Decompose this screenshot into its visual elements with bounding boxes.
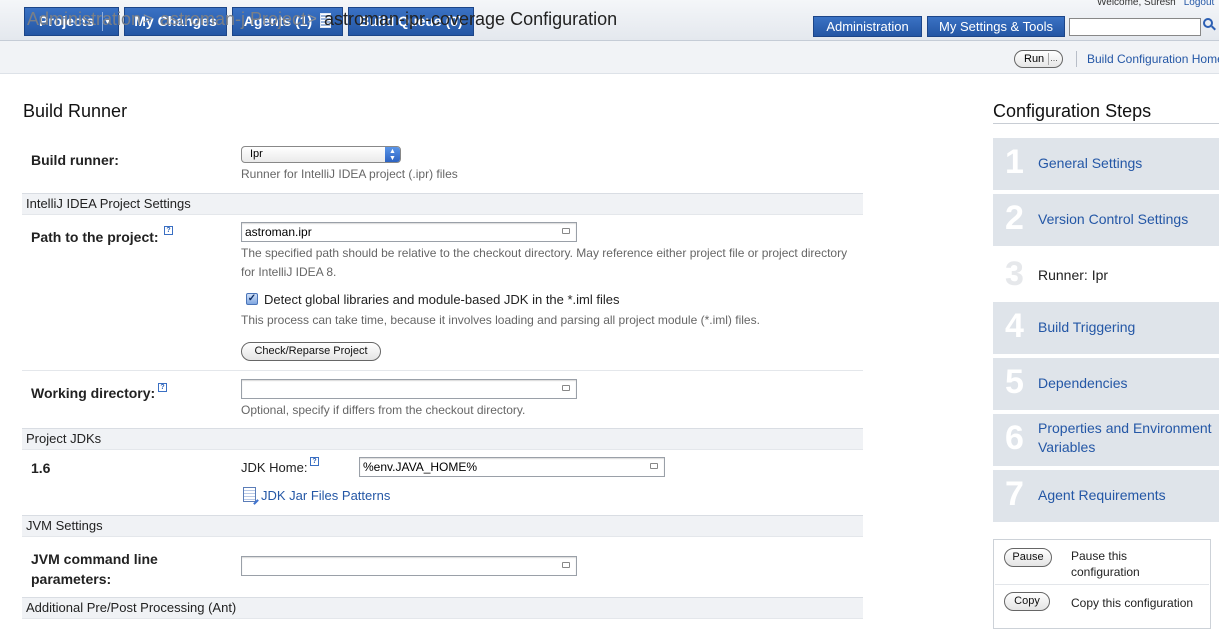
jdk-home-input[interactable]: %env.JAVA_HOME% (359, 457, 665, 477)
step-number: 5 (1005, 363, 1024, 401)
step-runner-current: 3 Runner: Ipr (993, 250, 1219, 302)
search-icon[interactable] (1203, 18, 1213, 28)
pause-description: Pause this (1071, 549, 1128, 563)
section-additional-processing: Additional Pre/Post Processing (Ant) (22, 597, 863, 619)
jdk-jar-files-patterns-link[interactable]: JDK Jar Files Patterns (243, 487, 390, 503)
build-runner-selected-value: Ipr (250, 148, 263, 160)
field-menu-icon[interactable] (650, 463, 658, 469)
build-configuration-home-link[interactable]: Build Configuration Home (1087, 52, 1219, 66)
path-note: The specified path should be relative to… (241, 246, 848, 260)
step-dependencies[interactable]: 5 Dependencies (993, 358, 1219, 410)
my-settings-button[interactable]: My Settings & Tools (927, 16, 1065, 37)
path-to-project-input[interactable]: astroman.ipr (241, 222, 577, 242)
jdk-home-value: %env.JAVA_HOME% (363, 460, 478, 474)
step-label: Version Control Settings (1038, 211, 1189, 227)
pause-description-continued: configuration (1071, 565, 1140, 579)
working-directory-input[interactable] (241, 379, 577, 399)
search-input[interactable] (1069, 18, 1201, 36)
step-number: 1 (1005, 143, 1024, 181)
path-note-continued: for IntelliJ IDEA 8. (241, 265, 337, 279)
field-menu-icon[interactable] (562, 385, 570, 391)
welcome-text: Welcome, Suresh (1097, 0, 1176, 8)
breadcrumb-project[interactable]: astroman-j Project (160, 9, 306, 30)
jdk-home-label: JDK Home: (241, 460, 308, 475)
working-directory-label: Working directory: (31, 385, 156, 401)
step-general-settings[interactable]: 1 General Settings (993, 138, 1219, 190)
breadcrumb-divider (1076, 51, 1077, 67)
run-button[interactable]: Run ... (1014, 50, 1063, 68)
run-options-button[interactable]: ... (1048, 53, 1059, 65)
section-idea-project-settings: IntelliJ IDEA Project Settings (22, 193, 863, 215)
administration-button-label: Administration (826, 19, 909, 34)
step-label: General Settings (1038, 155, 1143, 171)
run-button-label: Run (1024, 53, 1045, 65)
administration-button[interactable]: Administration (813, 16, 922, 37)
logout-link[interactable]: Logout (1184, 0, 1215, 8)
build-runner-label: Build runner: (31, 152, 119, 168)
step-label: Build Triggering (1038, 319, 1136, 335)
help-icon[interactable]: ? (158, 383, 167, 392)
my-settings-button-label: My Settings & Tools (939, 19, 1053, 34)
breadcrumb-configuration: astroman-ipr-coverage Configuration (324, 9, 618, 29)
field-menu-icon[interactable] (562, 562, 570, 568)
jdk-version: 1.6 (31, 460, 51, 476)
step-label: Agent Requirements (1038, 487, 1166, 503)
step-properties-environment[interactable]: 6 Properties and Environment Variables (993, 414, 1219, 466)
row-divider (22, 370, 863, 371)
jvm-parameters-input[interactable] (241, 556, 577, 576)
copy-description: Copy this configuration (1071, 596, 1194, 610)
configuration-steps-divider (993, 123, 1219, 124)
section-jvm-settings: JVM Settings (22, 515, 863, 537)
breadcrumb-separator: > (307, 9, 317, 28)
step-number: 7 (1005, 475, 1024, 513)
build-runner-note: Runner for IntelliJ IDEA project (.ipr) … (241, 167, 458, 181)
field-menu-icon[interactable] (562, 228, 570, 234)
working-directory-note: Optional, specify if differs from the ch… (241, 403, 526, 417)
jdk-jar-files-patterns-label: JDK Jar Files Patterns (261, 488, 391, 503)
step-number: 6 (1005, 419, 1024, 457)
path-to-project-value: astroman.ipr (245, 225, 312, 239)
step-agent-requirements[interactable]: 7 Agent Requirements (993, 470, 1219, 522)
document-edit-icon (243, 487, 256, 502)
step-label: Properties and Environment (1038, 420, 1212, 436)
breadcrumb-administration[interactable]: Administration (27, 9, 141, 30)
breadcrumb-separator: > (143, 9, 153, 28)
step-number: 3 (1005, 255, 1024, 293)
step-version-control-settings[interactable]: 2 Version Control Settings (993, 194, 1219, 246)
step-number: 4 (1005, 307, 1024, 345)
build-runner-select[interactable]: Ipr ▲ ▼ (241, 146, 401, 163)
jvm-parameters-label-line2: parameters: (31, 571, 112, 587)
jvm-parameters-label-line1: JVM command line (31, 551, 158, 567)
check-reparse-project-button[interactable]: Check/Reparse Project (241, 342, 381, 361)
help-icon[interactable]: ? (310, 457, 319, 466)
page-title: Build Runner (23, 101, 128, 121)
actions-divider (995, 584, 1209, 585)
detect-libraries-note: This process can take time, because it i… (241, 313, 760, 327)
step-label: Runner: Ipr (1038, 267, 1109, 283)
section-project-jdks: Project JDKs (22, 428, 863, 450)
chevron-down-icon: ▲ ▼ (385, 147, 400, 162)
step-build-triggering[interactable]: 4 Build Triggering (993, 302, 1219, 354)
help-icon[interactable]: ? (164, 226, 173, 235)
detect-libraries-label: Detect global libraries and module-based… (264, 292, 620, 307)
step-label-continued: Variables (1038, 439, 1096, 455)
path-to-project-label: Path to the project: (31, 229, 159, 245)
step-label: Dependencies (1038, 375, 1128, 391)
configuration-steps-title: Configuration Steps (993, 101, 1152, 121)
detect-libraries-checkbox[interactable]: ✓ (246, 293, 258, 305)
pause-button[interactable]: Pause (1004, 548, 1052, 567)
step-number: 2 (1005, 199, 1024, 237)
copy-button[interactable]: Copy (1004, 592, 1050, 611)
welcome-area: Welcome, Suresh Logout (1097, 0, 1214, 8)
